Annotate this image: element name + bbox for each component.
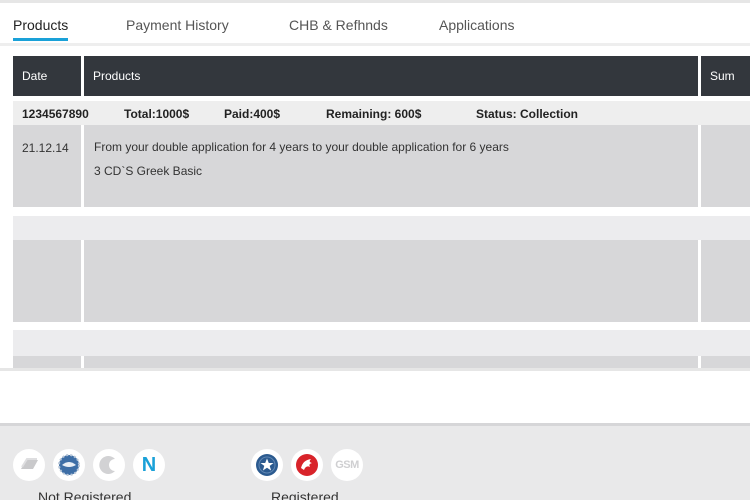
table-cell-sum	[701, 356, 750, 368]
table-cell-date	[13, 240, 81, 322]
not-registered-label: Not Registered	[38, 489, 132, 500]
table-cell-products	[84, 240, 698, 322]
product-line-1: From your double application for 4 years…	[94, 140, 509, 154]
column-header-date: Date	[13, 56, 81, 96]
product-line-2: 3 CD`S Greek Basic	[94, 164, 203, 178]
order-id: 1234567890	[22, 107, 89, 121]
crescent-icon[interactable]	[93, 449, 125, 481]
row-date: 21.12.14	[22, 141, 69, 155]
column-header-sum: Sum	[701, 56, 750, 96]
order-paid: Paid:400$	[224, 107, 281, 121]
card-icon[interactable]	[13, 449, 45, 481]
star-icon[interactable]	[251, 449, 283, 481]
table-cell-sum	[701, 240, 750, 322]
tab-chb-refunds[interactable]: CHB & Refhnds	[289, 17, 388, 41]
products-table: Date Products Sum 1234567890 Total:1000$…	[13, 56, 750, 368]
order-summary-row: 1234567890 Total:1000$ Paid:400$ Remaini…	[13, 101, 750, 125]
table-cell-date	[13, 356, 81, 368]
registered-label: Registered	[271, 489, 339, 500]
tab-products[interactable]: Products	[13, 17, 69, 41]
content-spacer	[0, 368, 750, 423]
n-logo-icon[interactable]: N	[133, 449, 165, 481]
table-row-band	[13, 216, 750, 240]
table-header: Date Products Sum	[13, 56, 750, 96]
eagle-icon[interactable]	[291, 449, 323, 481]
table-row-band	[13, 330, 750, 356]
column-header-products: Products	[84, 56, 698, 96]
order-status: Status: Collection	[476, 107, 579, 121]
table-cell-sum	[701, 125, 750, 207]
order-remaining: Remaining: 600$	[326, 107, 422, 121]
table-cell-products: From your double application for 4 years…	[84, 125, 698, 207]
gsm-icon[interactable]: GSM	[331, 449, 363, 481]
order-total: Total:1000$	[124, 107, 190, 121]
registration-footer: N Not Registered GSM Registered	[0, 423, 750, 500]
tab-bar: Products Payment History CHB & Refhnds A…	[0, 0, 750, 46]
globe-icon[interactable]	[53, 449, 85, 481]
table-cell-date: 21.12.14	[13, 125, 81, 207]
tab-applications[interactable]: Applications	[439, 17, 515, 41]
table-cell-products	[84, 356, 698, 368]
tab-payment-history[interactable]: Payment History	[126, 17, 229, 41]
